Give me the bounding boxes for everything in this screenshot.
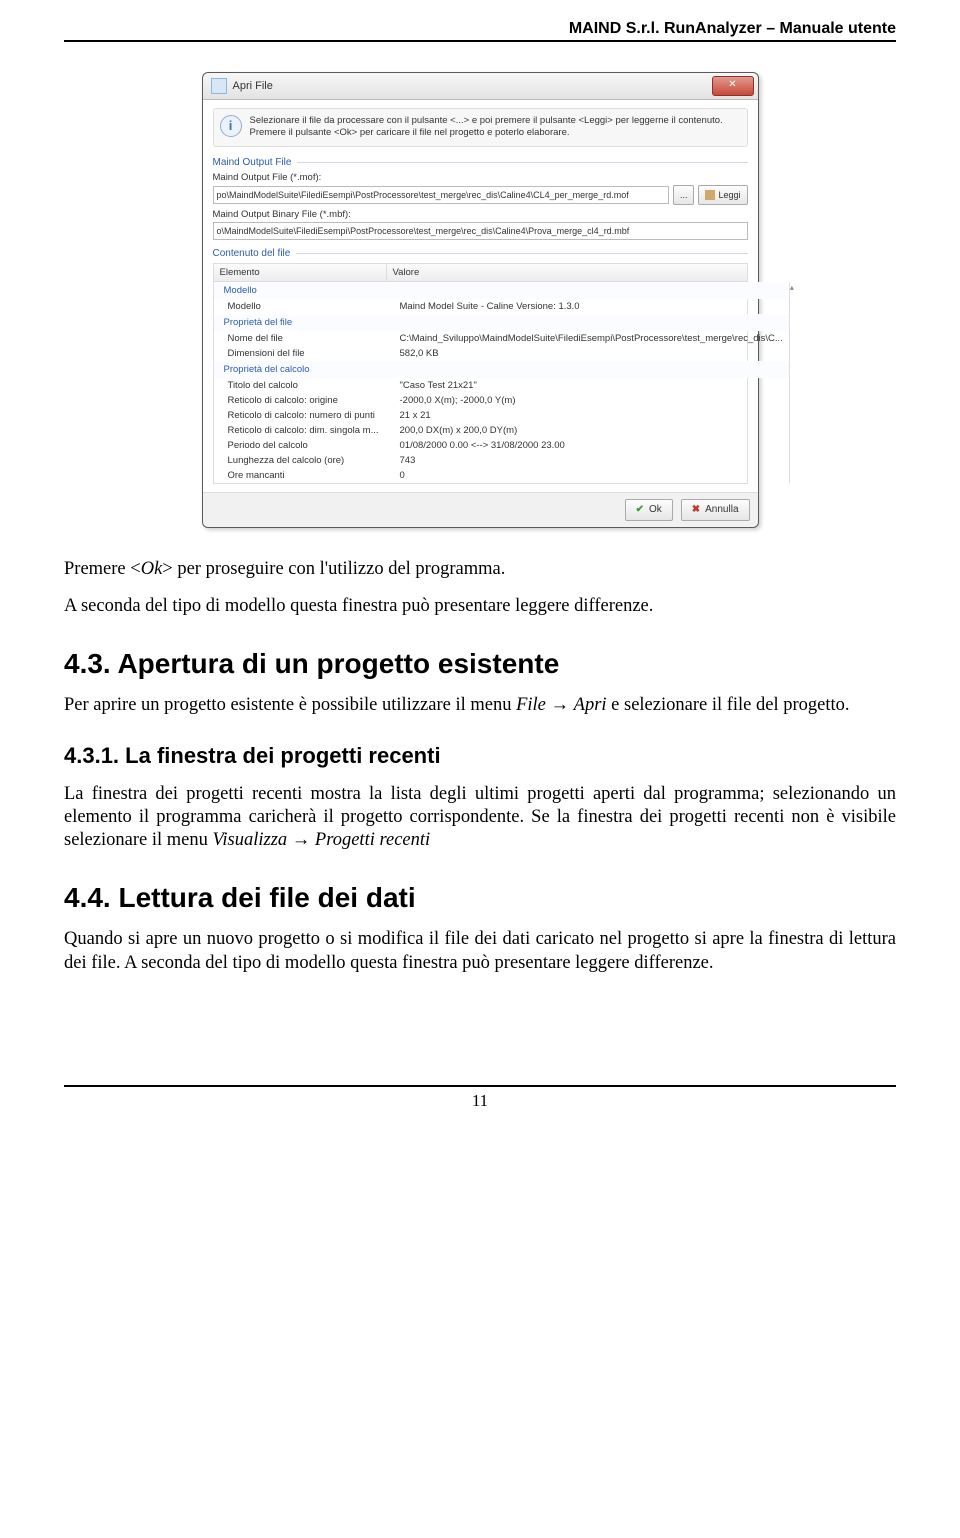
section-contenuto: Contenuto del file (213, 248, 291, 259)
heading-4-4: 4.4. Lettura dei file dei dati (64, 882, 896, 914)
group-modello: Modello (214, 282, 789, 299)
ok-button[interactable]: ✔ Ok (625, 499, 673, 521)
header-rule (64, 40, 896, 42)
footer-rule (64, 1085, 896, 1087)
table-row: Periodo del calcolo01/08/2000 0.00 <--> … (214, 438, 789, 453)
heading-4-3: 4.3. Apertura di un progetto esistente (64, 648, 896, 680)
group-prop-calcolo: Proprietà del calcolo (214, 361, 789, 378)
table-row: Nome del fileC:\Maind_Sviluppo\MaindMode… (214, 331, 789, 346)
open-file-dialog: Apri File ✕ i Selezionare il file da pro… (202, 72, 759, 528)
table-row: Reticolo di calcolo: dim. singola m...20… (214, 423, 789, 438)
browse-label: ... (680, 190, 688, 200)
leggi-button[interactable]: Leggi (698, 185, 747, 205)
close-icon: ✕ (728, 79, 736, 90)
mof-input[interactable]: po\MaindModelSuite\FilediEsempi\PostProc… (213, 186, 669, 204)
info-icon: i (220, 115, 242, 137)
section-maind-output: Maind Output File (213, 157, 292, 168)
properties-table: Elemento Valore Modello ModelloMaind Mod… (213, 263, 748, 484)
paragraph: A seconda del tipo di modello questa fin… (64, 595, 896, 618)
info-text: Selezionare il file da processare con il… (250, 115, 741, 140)
leggi-label: Leggi (718, 190, 740, 200)
table-row: Reticolo di calcolo: numero di punti21 x… (214, 408, 789, 423)
table-row: Titolo del calcolo"Caso Test 21x21" (214, 378, 789, 393)
paragraph: Premere <Ok> per proseguire con l'utiliz… (64, 558, 896, 581)
running-header: MAIND S.r.l. RunAnalyzer – Manuale utent… (64, 20, 896, 38)
page-number: 11 (64, 1091, 896, 1111)
paragraph: Per aprire un progetto esistente è possi… (64, 694, 896, 717)
paragraph: La finestra dei progetti recenti mostra … (64, 783, 896, 852)
close-button[interactable]: ✕ (712, 76, 754, 96)
heading-4-3-1: 4.3.1. La finestra dei progetti recenti (64, 743, 896, 769)
table-row: Reticolo di calcolo: origine-2000,0 X(m)… (214, 393, 789, 408)
dialog-title: Apri File (233, 80, 712, 92)
table-row: ModelloMaind Model Suite - Caline Versio… (214, 299, 789, 314)
window-icon (211, 78, 227, 94)
info-banner: i Selezionare il file da processare con … (213, 108, 748, 147)
col-valore: Valore (387, 264, 733, 281)
folder-icon (705, 190, 715, 200)
mbf-label: Maind Output Binary File (*.mbf): (213, 209, 748, 220)
annulla-button[interactable]: ✖ Annulla (681, 499, 750, 521)
table-scrollbar[interactable] (789, 282, 790, 483)
browse-button[interactable]: ... (673, 185, 695, 205)
group-prop-file: Proprietà del file (214, 314, 789, 331)
table-row: Dimensioni del file582,0 KB (214, 346, 789, 361)
check-icon: ✔ (636, 504, 644, 515)
table-row: Lunghezza del calcolo (ore)743 (214, 453, 789, 468)
table-row: Ore mancanti0 (214, 468, 789, 483)
mof-label: Maind Output File (*.mof): (213, 172, 748, 183)
dialog-titlebar: Apri File ✕ (203, 73, 758, 100)
annulla-label: Annulla (705, 504, 738, 515)
paragraph: Quando si apre un nuovo progetto o si mo… (64, 928, 896, 974)
mbf-input[interactable]: o\MaindModelSuite\FilediEsempi\PostProce… (213, 222, 748, 240)
ok-label: Ok (649, 504, 662, 515)
col-elemento: Elemento (214, 264, 387, 281)
x-icon: ✖ (692, 504, 700, 515)
